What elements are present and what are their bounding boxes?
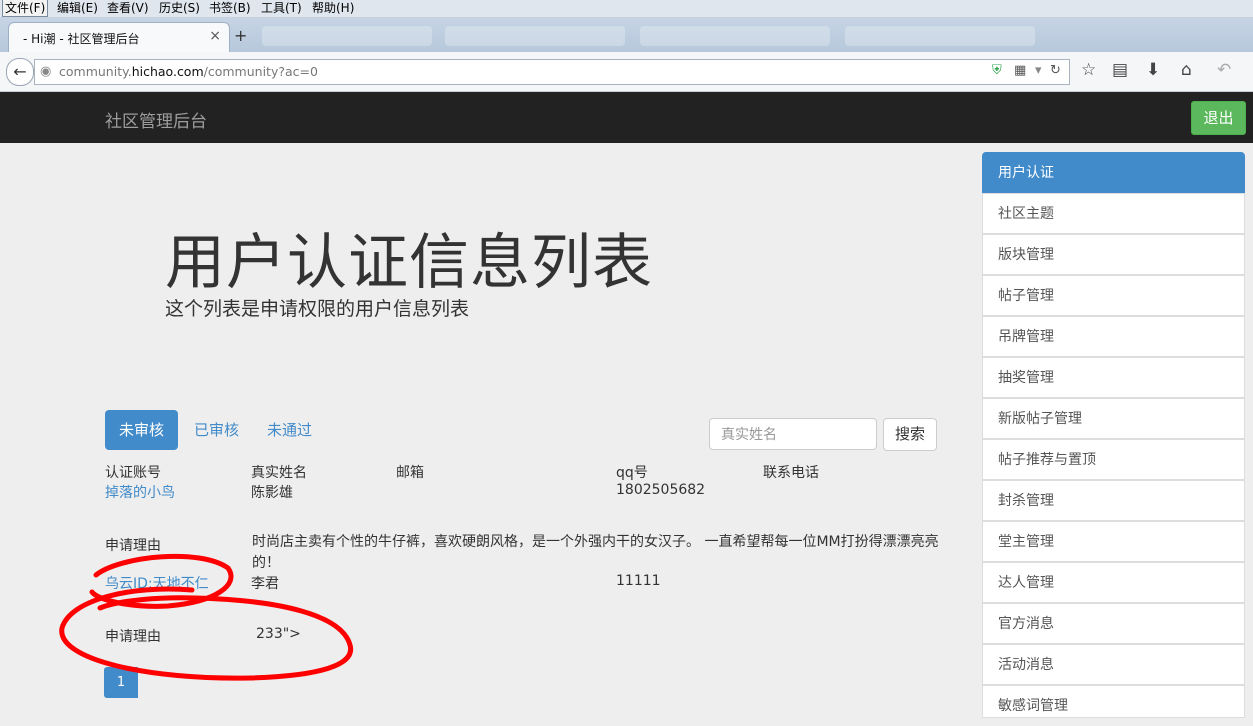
search-input[interactable]: 真实姓名 [709, 418, 877, 450]
dropdown-arrow-icon[interactable]: ▾ [1035, 63, 1042, 78]
tab-rejected[interactable]: 未通过 [253, 410, 326, 450]
pagination-page-1[interactable]: 1 [104, 667, 138, 698]
url-bar[interactable]: ◉ community.hichao.com/community?ac=0 ⛨ … [34, 59, 1070, 85]
header-qq: qq号 [616, 465, 648, 481]
menu-file[interactable]: 文件(F) [2, 0, 49, 17]
qrcode-icon[interactable]: ▦ [1014, 63, 1026, 78]
menu-edit[interactable]: 编辑(E) [55, 0, 100, 17]
reload-icon[interactable]: ↻ [1050, 63, 1061, 78]
menu-tools[interactable]: 工具(T) [259, 0, 304, 17]
site-navbar: 社区管理后台 退出 [0, 92, 1253, 143]
reading-list-icon[interactable]: ▤ [1112, 60, 1128, 80]
header-real-name: 真实姓名 [251, 465, 307, 481]
sidebar-item-sensitive-words[interactable]: 敏感词管理 [982, 685, 1245, 718]
header-phone: 联系电话 [763, 465, 819, 481]
tab-approved[interactable]: 已审核 [180, 410, 253, 450]
sidebar-item-user-auth[interactable]: 用户认证 [982, 152, 1245, 193]
browser-menu-bar: 文件(F) 编辑(E) 查看(V) 历史(S) 书签(B) 工具(T) 帮助(H… [0, 0, 1253, 18]
sidebar-item-official-messages[interactable]: 官方消息 [982, 603, 1245, 644]
globe-icon: ◉ [40, 64, 52, 79]
undo-icon[interactable]: ↶ [1217, 60, 1231, 80]
sidebar-item-new-post-management[interactable]: 新版帖子管理 [982, 398, 1245, 439]
sidebar-item-lottery-management[interactable]: 抽奖管理 [982, 357, 1245, 398]
browser-tab-background[interactable] [262, 26, 432, 46]
sidebar-item-board-management[interactable]: 版块管理 [982, 234, 1245, 275]
row-account-link[interactable]: 掉落的小鸟 [105, 482, 175, 502]
row-qq: 11111 [616, 573, 661, 589]
browser-tab-background[interactable] [845, 26, 1035, 46]
sidebar-item-post-recommend[interactable]: 帖子推荐与置顶 [982, 439, 1245, 480]
sidebar-item-moderator-management[interactable]: 堂主管理 [982, 521, 1245, 562]
row-real-name: 李君 [251, 576, 279, 592]
browser-tab-strip: - Hi潮 - 社区管理后台 × + [0, 18, 1253, 53]
download-icon[interactable]: ⬇ [1146, 60, 1160, 80]
reason-label: 申请理由 [105, 629, 161, 645]
menu-view[interactable]: 查看(V) [105, 0, 151, 17]
row-real-name: 陈影雄 [251, 485, 293, 501]
logout-button[interactable]: 退出 [1191, 101, 1246, 135]
page-subtitle: 这个列表是申请权限的用户信息列表 [165, 298, 470, 320]
header-email: 邮箱 [396, 465, 424, 481]
shield-icon[interactable]: ⛨ [992, 63, 1002, 78]
brand-title[interactable]: 社区管理后台 [105, 107, 207, 132]
sidebar-item-expert-management[interactable]: 达人管理 [982, 562, 1245, 603]
url-text: community.hichao.com/community?ac=0 [59, 64, 318, 79]
page-title: 用户认证信息列表 [165, 228, 653, 298]
header-account: 认证账号 [105, 465, 161, 481]
browser-nav-bar: ← ◉ community.hichao.com/community?ac=0 … [0, 52, 1253, 92]
menu-bookmarks[interactable]: 书签(B) [207, 0, 253, 17]
menu-help[interactable]: 帮助(H) [310, 0, 356, 17]
sidebar-item-event-messages[interactable]: 活动消息 [982, 644, 1245, 685]
reason-text: 233"> [256, 626, 301, 642]
browser-tab-background[interactable] [640, 26, 830, 46]
star-icon[interactable]: ☆ [1081, 60, 1096, 80]
row-qq: 1802505682 [616, 482, 706, 498]
row-account-link[interactable]: 乌云ID:天地不仁 [105, 573, 209, 593]
browser-tab-background[interactable] [445, 26, 625, 46]
new-tab-icon[interactable]: + [234, 26, 247, 45]
menu-history[interactable]: 历史(S) [157, 0, 202, 17]
search-button[interactable]: 搜索 [883, 418, 937, 451]
reason-text: 时尚店主卖有个性的牛仔裤，喜欢硬朗风格，是一个外强内干的女汉子。 一直希望帮每一… [252, 534, 939, 571]
sidebar-item-post-management[interactable]: 帖子管理 [982, 275, 1245, 316]
sidebar-item-community-topics[interactable]: 社区主题 [982, 193, 1245, 234]
tab-pending[interactable]: 未审核 [105, 410, 179, 450]
browser-tab-active[interactable]: - Hi潮 - 社区管理后台 × [8, 22, 230, 53]
tab-close-icon[interactable]: × [209, 28, 221, 44]
sidebar-item-ban-management[interactable]: 封杀管理 [982, 480, 1245, 521]
reason-label: 申请理由 [105, 538, 161, 554]
home-icon[interactable]: ⌂ [1181, 60, 1192, 80]
back-arrow-icon[interactable]: ← [6, 58, 34, 86]
tab-title: - Hi潮 - 社区管理后台 [23, 32, 140, 46]
sidebar-item-tag-management[interactable]: 吊牌管理 [982, 316, 1245, 357]
